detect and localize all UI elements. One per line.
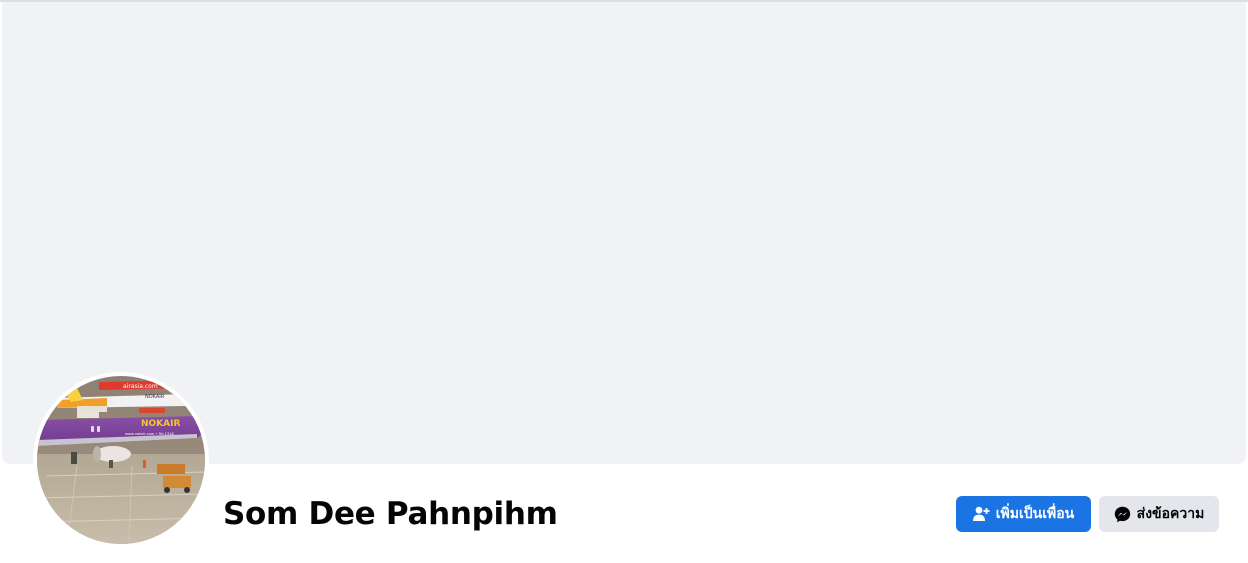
add-friend-label: เพิ่มเป็นเพื่อน [995, 506, 1075, 522]
avatar-nok-site-text: www.nokair.com • Tel.1318 [125, 432, 174, 436]
messenger-icon [1114, 506, 1130, 522]
profile-header: airasia.com NOKAIR NOKAIR www.nokair.com… [0, 0, 1248, 563]
cover-photo[interactable] [2, 2, 1246, 464]
avatar-image: airasia.com NOKAIR NOKAIR www.nokair.com… [37, 376, 205, 544]
add-friend-button[interactable]: เพิ่มเป็นเพื่อน [956, 496, 1091, 532]
profile-picture[interactable]: airasia.com NOKAIR NOKAIR www.nokair.com… [33, 372, 209, 548]
profile-name: Som Dee Pahnpihm [223, 496, 558, 532]
person-plus-icon [972, 506, 990, 521]
avatar-nok-small-text: NOKAIR [145, 394, 165, 400]
message-label: ส่งข้อความ [1136, 506, 1205, 522]
avatar-airasia-text: airasia.com [123, 383, 158, 390]
message-button[interactable]: ส่งข้อความ [1099, 496, 1219, 532]
avatar-nok-main-text: NOKAIR [141, 419, 180, 429]
